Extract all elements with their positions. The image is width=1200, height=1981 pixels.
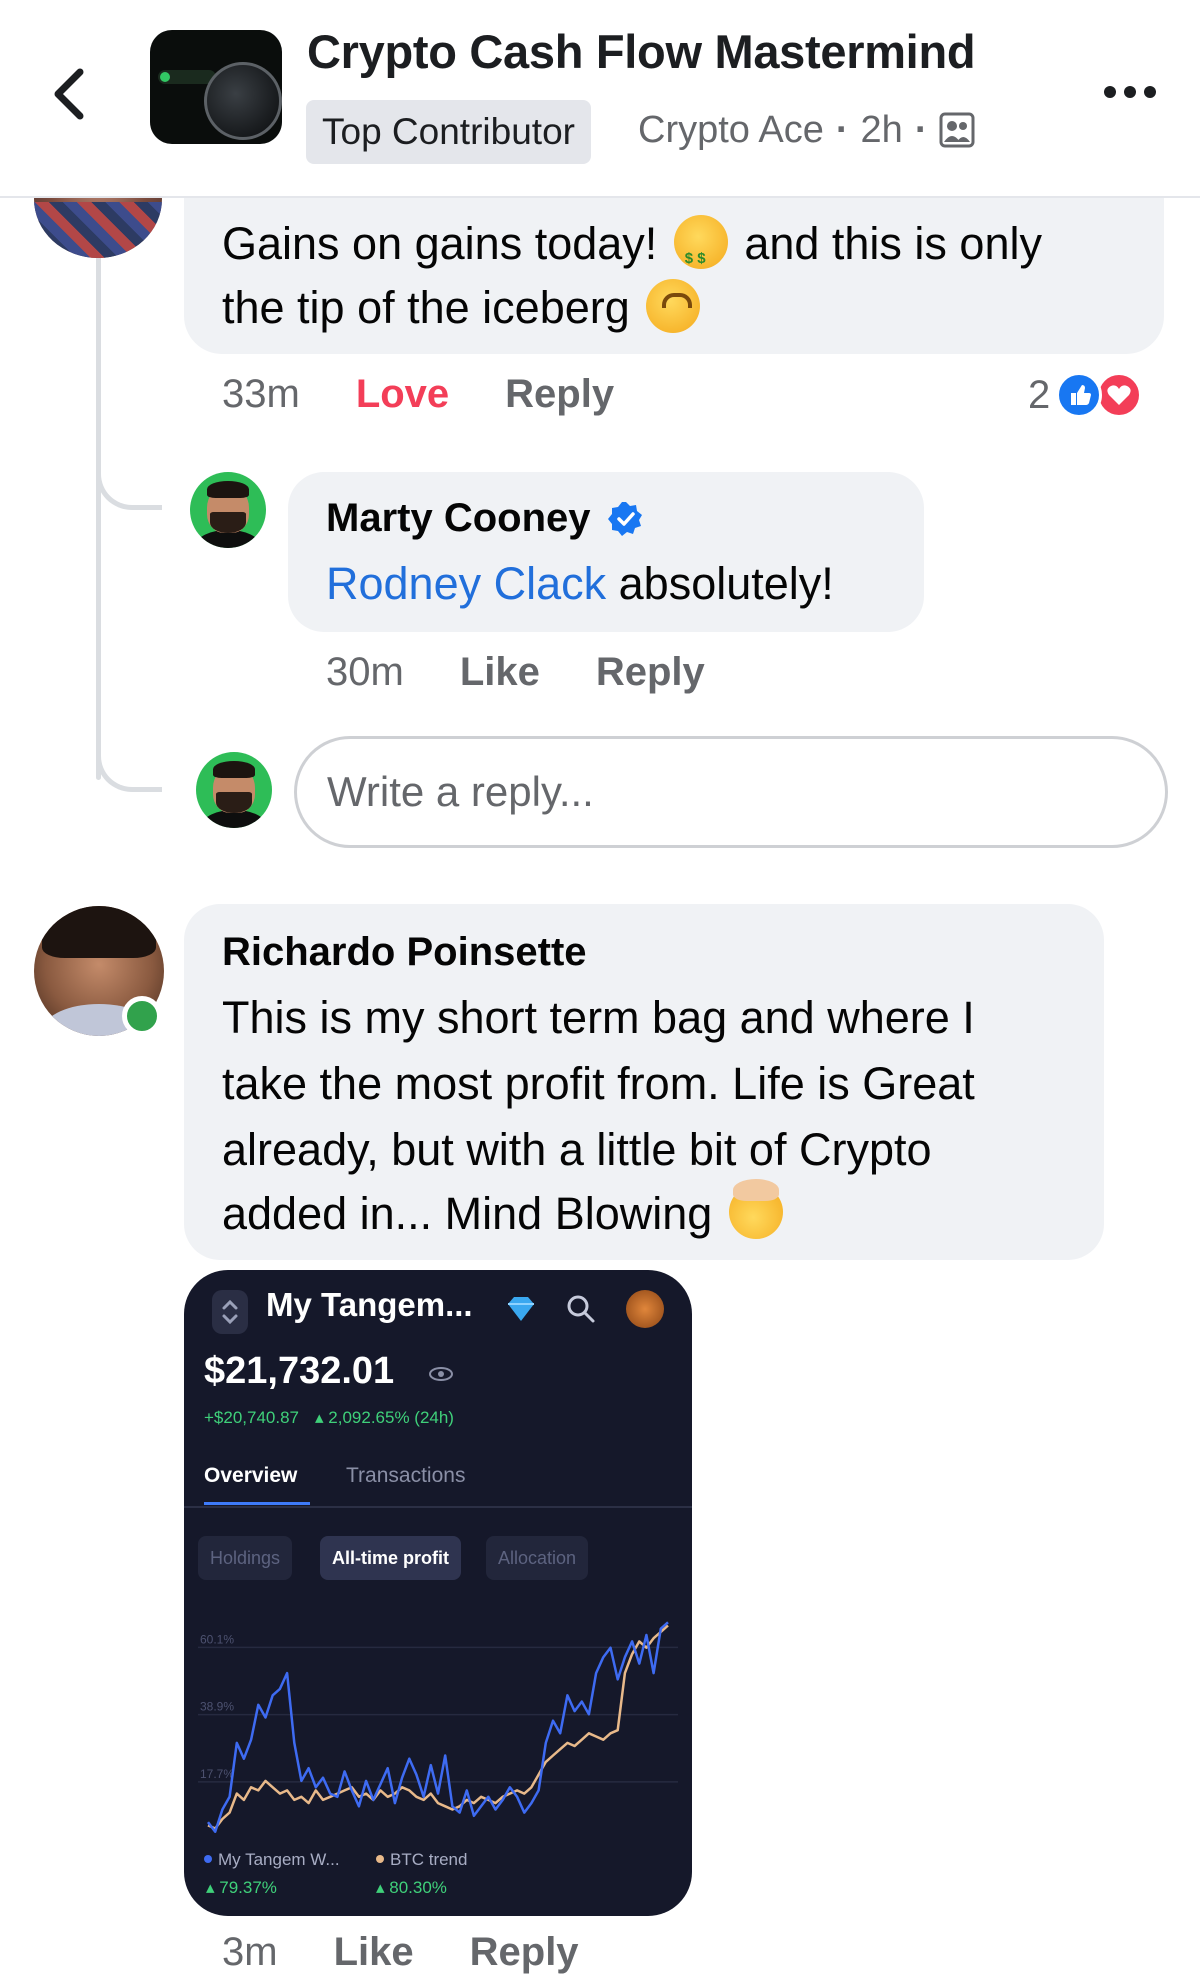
commenter-avatar[interactable]: [190, 472, 266, 548]
comment-actions: 33m Love Reply: [222, 372, 614, 417]
pill-allocation: Allocation: [486, 1536, 589, 1580]
comment-text: and this is only: [744, 218, 1042, 269]
comment-actions: 30m Like Reply: [326, 650, 705, 695]
thread-connector: [96, 440, 162, 510]
legend-label: BTC trend: [390, 1850, 468, 1869]
group-avatar-dot: [160, 72, 170, 82]
balance-change-pct: ▴ 2,092.65% (24h): [315, 1408, 454, 1427]
comment-time[interactable]: 33m: [222, 372, 300, 417]
verified-badge-icon: [607, 502, 642, 536]
comment-text-line: already, but with a little bit of Crypto: [222, 1124, 932, 1175]
chart-series-line: [207, 1621, 669, 1833]
avatar-clothing: [34, 202, 162, 258]
comment-text: added in... Mind Blowing: [222, 1188, 713, 1239]
avatar-beard: [209, 511, 247, 533]
avatar-hair: [212, 761, 256, 778]
legend-item: My Tangem W...: [204, 1850, 340, 1870]
comment-text: Gains on gains today!: [222, 218, 658, 269]
legend-swatch: [204, 1855, 212, 1863]
legend-percent: ▴ 80.30%: [376, 1878, 447, 1897]
upside-down-face-icon: [646, 279, 701, 333]
money-mouth-face-icon: [673, 215, 728, 291]
reply-button[interactable]: Reply: [470, 1930, 579, 1975]
comment-text-line: Gains on gains today! and this is only: [222, 212, 1042, 291]
back-arrow-icon[interactable]: [46, 66, 94, 122]
comment-text: absolutely!: [618, 558, 834, 609]
post-time[interactable]: 2h: [861, 109, 903, 152]
group-avatar-image: [204, 62, 282, 140]
wallet-selector-icon: [212, 1290, 248, 1334]
online-status-indicator: [122, 996, 162, 1036]
tab-transactions: Transactions: [346, 1464, 466, 1487]
comment-image-attachment[interactable]: My Tangem... $21,732.01 +$20,740.87 ▴ 2,…: [184, 1270, 692, 1916]
like-reaction-icon: [1056, 372, 1103, 418]
group-avatar[interactable]: [150, 30, 282, 144]
profit-chart: 60.1% 38.9% 17.7%: [198, 1621, 678, 1833]
pill-holdings: Holdings: [198, 1536, 293, 1580]
chart-y-tick-label: 60.1%: [200, 1632, 234, 1646]
like-button[interactable]: Like: [334, 1930, 414, 1975]
balance-change: +$20,740.87 ▴ 2,092.65% (24h): [204, 1408, 454, 1428]
comment-author[interactable]: Marty Cooney: [326, 496, 644, 541]
love-reaction-icon: [1096, 372, 1143, 418]
more-options-icon[interactable]: [1102, 80, 1158, 104]
reply-input[interactable]: [327, 739, 1127, 845]
legend-label: My Tangem W...: [218, 1850, 340, 1869]
exploding-head-icon: [728, 1179, 783, 1239]
legend-item: BTC trend: [376, 1850, 467, 1870]
comment-text-line: added in... Mind Blowing: [222, 1179, 787, 1246]
post-meta: Crypto Ace · 2h ·: [638, 102, 975, 158]
love-reaction-button[interactable]: Love: [356, 372, 449, 417]
group-title[interactable]: Crypto Cash Flow Mastermind: [307, 24, 976, 79]
post-author[interactable]: Crypto Ace: [638, 109, 824, 152]
avatar-hair: [206, 481, 250, 498]
wallet-title: My Tangem...: [266, 1286, 473, 1323]
comment-time[interactable]: 3m: [222, 1930, 278, 1975]
comment-text-line: take the most profit from. Life is Great: [222, 1058, 975, 1109]
wallet-balance: $21,732.01: [204, 1350, 395, 1392]
legend-swatch: [376, 1855, 384, 1863]
bull-profile-icon: [626, 1290, 664, 1328]
diamond-icon: [508, 1297, 534, 1321]
comment-text: the tip of the iceberg: [222, 282, 630, 333]
comment-time[interactable]: 30m: [326, 650, 404, 695]
reply-button[interactable]: Reply: [596, 650, 705, 695]
comment-text-line: This is my short term bag and where I: [222, 992, 975, 1043]
avatar-beard: [215, 791, 253, 813]
avatar-hair: [42, 906, 156, 958]
thread-connector: [96, 700, 162, 792]
balance-change-abs: +$20,740.87: [204, 1408, 300, 1427]
post-header: Crypto Cash Flow Mastermind Top Contribu…: [0, 0, 1200, 198]
comment-text-line: Rodney Clack absolutely!: [326, 552, 834, 616]
chart-series-line: [207, 1624, 669, 1830]
reaction-summary[interactable]: 2: [1028, 372, 1143, 418]
heart-icon: [1107, 385, 1131, 405]
top-contributor-badge: Top Contributor: [306, 100, 591, 164]
mention-link[interactable]: Rodney Clack: [326, 558, 606, 609]
pill-all-time-profit: All-time profit: [320, 1536, 461, 1580]
reply-button[interactable]: Reply: [505, 372, 614, 417]
tab-divider: [184, 1506, 692, 1508]
eye-icon: [429, 1367, 453, 1381]
comment-author-name[interactable]: Marty Cooney: [326, 496, 591, 540]
reply-field-container[interactable]: [294, 736, 1168, 848]
search-icon: [567, 1295, 595, 1323]
thumbs-up-icon: [1071, 385, 1092, 405]
comment-text-line: the tip of the iceberg: [222, 276, 704, 340]
chevron-updown-icon: [222, 1299, 238, 1325]
comment-actions: 3m Like Reply: [222, 1930, 579, 1975]
meta-separator: ·: [835, 108, 849, 151]
meta-separator: ·: [914, 108, 928, 151]
group-privacy-icon: [939, 112, 975, 148]
chart-y-tick-label: 38.9%: [200, 1700, 234, 1714]
legend-percent: ▴ 79.37%: [206, 1878, 277, 1897]
current-user-avatar: [196, 752, 272, 828]
comment-author[interactable]: Richardo Poinsette: [222, 930, 587, 975]
reaction-count: 2: [1028, 372, 1051, 417]
like-button[interactable]: Like: [460, 650, 540, 695]
chart-y-tick-label: 17.7%: [200, 1767, 234, 1781]
tab-overview: Overview: [204, 1464, 298, 1487]
active-tab-indicator: [204, 1502, 310, 1505]
